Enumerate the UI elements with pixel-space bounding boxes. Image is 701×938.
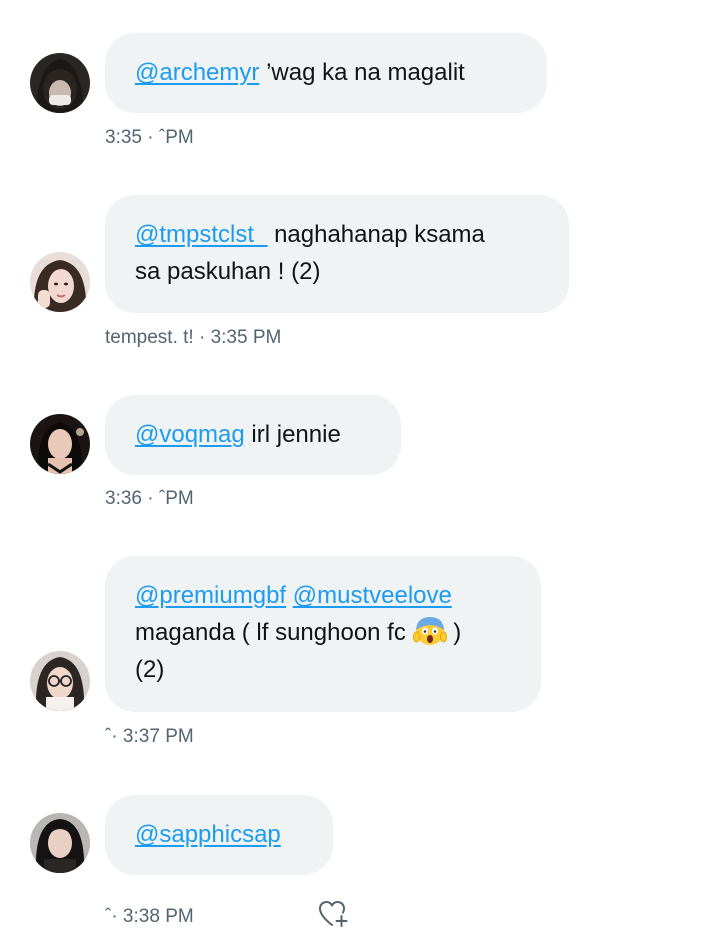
mention-link[interactable]: @voqmag (135, 421, 245, 448)
message-timestamp: 3:35 · ˆPM (105, 127, 194, 148)
screaming-face-emoji (412, 615, 447, 647)
message-bubble[interactable]: @sapphicsap (105, 795, 333, 875)
message-timestamp: ˆ· 3:38 PM (105, 906, 194, 927)
mention-link[interactable]: @premiumgbf (135, 582, 286, 609)
avatar[interactable] (30, 414, 90, 474)
message-bubble[interactable]: @premiumgbf @mustveelove maganda ( lf su… (105, 556, 541, 712)
message-timestamp: tempest. t! · 3:35 PM (105, 327, 282, 348)
avatar[interactable] (30, 651, 90, 711)
message-bubble[interactable]: @tmpstclst_ naghahanap ksama sa paskuhan… (105, 195, 569, 313)
message-timestamp: ˆ· 3:37 PM (105, 726, 194, 747)
add-reaction-heart-icon[interactable] (317, 897, 351, 931)
message-text: ’wag ka na magalit (266, 59, 465, 86)
mention-link[interactable]: @tmpstclst_ (135, 221, 267, 248)
avatar[interactable] (30, 252, 90, 312)
message-text: sa paskuhan ! (2) (135, 258, 321, 285)
mention-link[interactable]: @archemyr (135, 59, 259, 86)
message-timestamp-row: ˆ· 3:38 PM (105, 901, 365, 929)
avatar[interactable] (30, 53, 90, 113)
mention-link[interactable]: @mustveelove (293, 582, 452, 609)
message-text: (2) (135, 656, 165, 683)
message-text: naghahanap ksama (274, 221, 485, 248)
mention-link[interactable]: @sapphicsap (135, 821, 281, 848)
avatar[interactable] (30, 813, 90, 873)
message-bubble[interactable]: @voqmag irl jennie (105, 395, 401, 475)
message-bubble[interactable]: @archemyr ’wag ka na magalit (105, 33, 547, 113)
message-text: irl jennie (251, 421, 341, 448)
message-timestamp: 3:36 · ˆPM (105, 488, 194, 509)
message-text: ) (453, 619, 462, 646)
message-text: maganda ( lf sunghoon fc (135, 619, 406, 646)
